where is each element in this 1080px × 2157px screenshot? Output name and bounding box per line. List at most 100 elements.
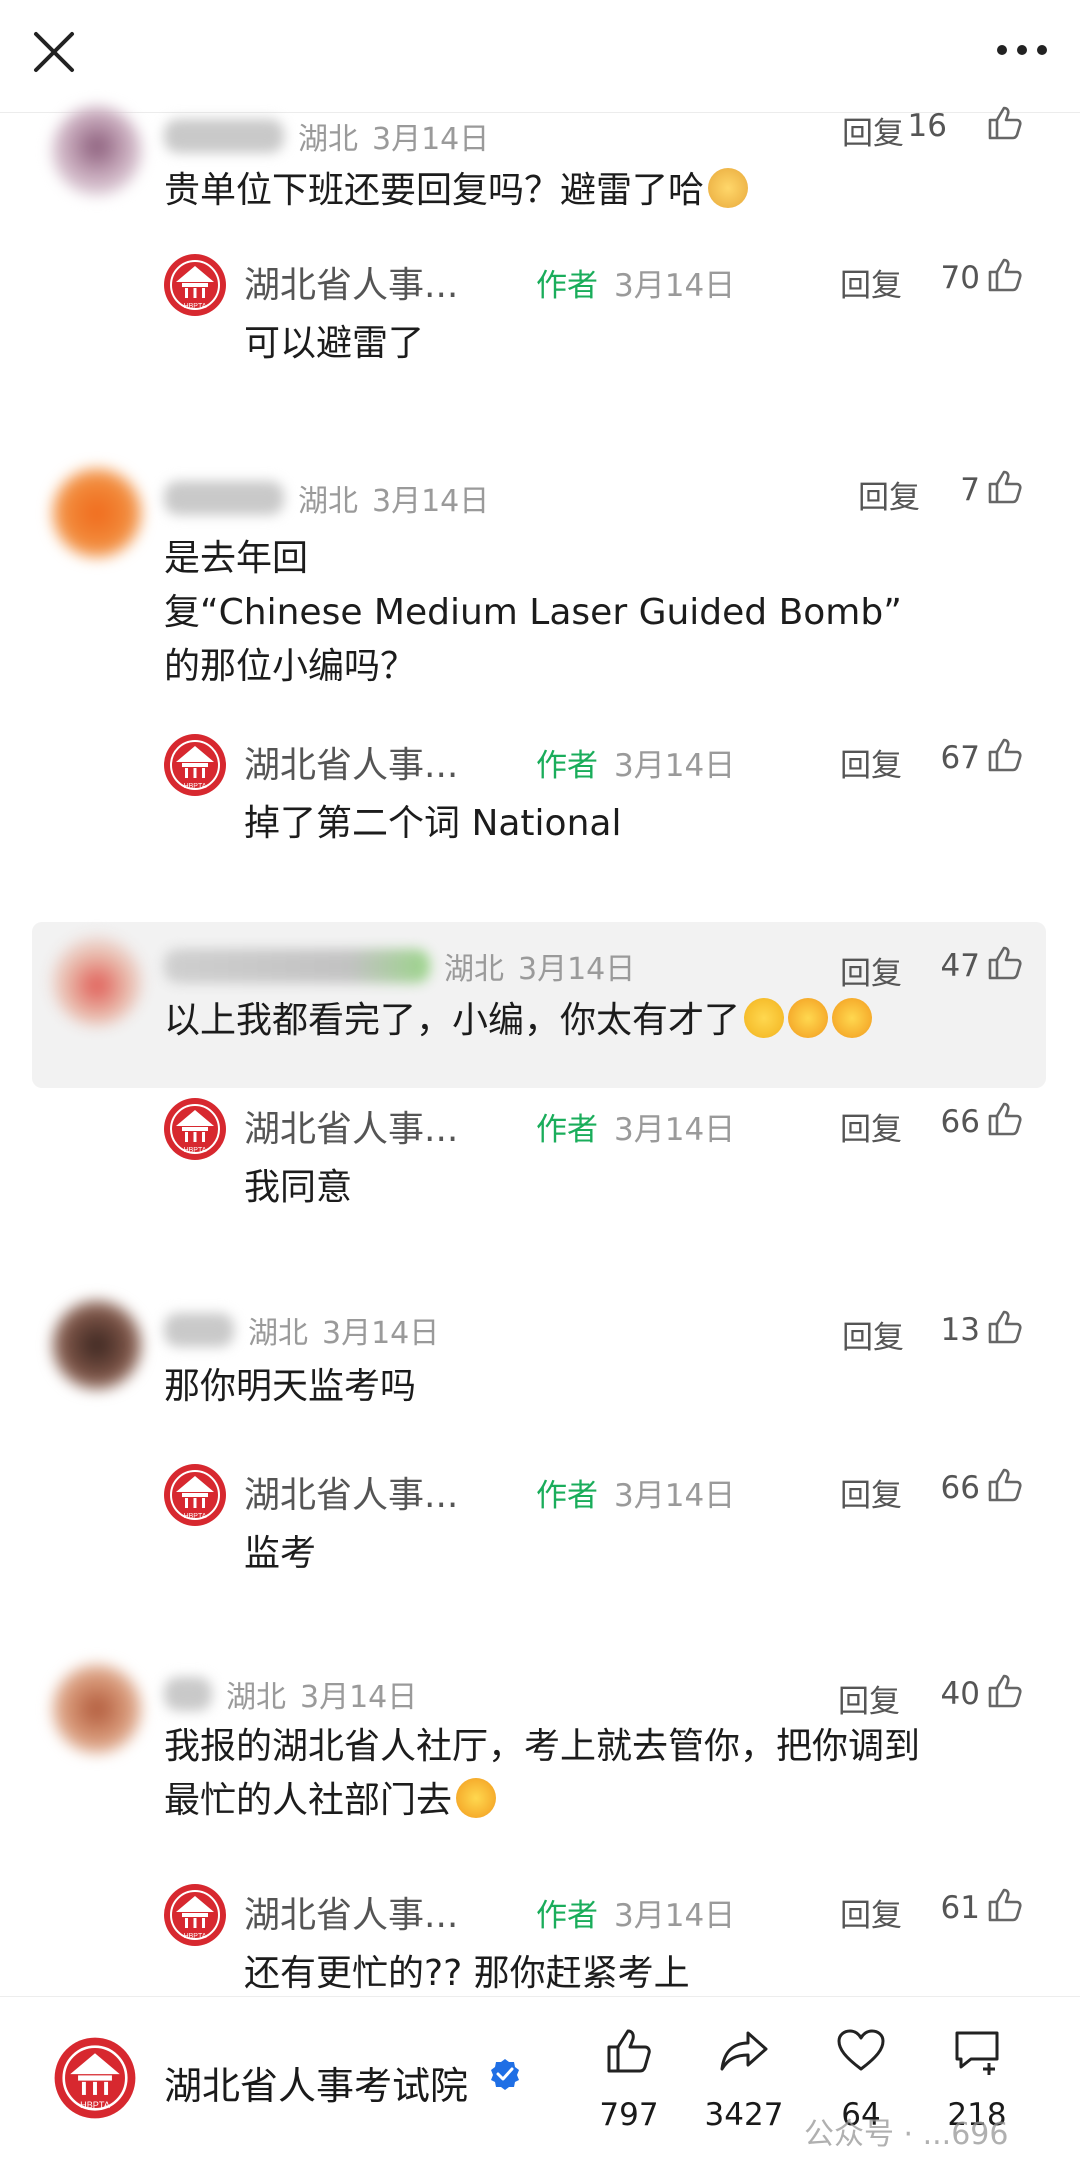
reply-text: 还有更忙的?? 那你赶紧考上 [244, 1953, 690, 1994]
blurred-username[interactable] [164, 119, 284, 153]
like-count: 70 [940, 260, 980, 296]
comment-location: 湖北 [298, 484, 358, 519]
more-icon[interactable] [992, 30, 1052, 70]
like-count: 67 [940, 740, 980, 776]
svg-text:HBPTA: HBPTA [184, 783, 207, 790]
author-badge: 作者 [536, 1898, 598, 1934]
avatar[interactable] [52, 1664, 142, 1754]
blurred-username[interactable] [164, 1677, 212, 1711]
author-badge: 作者 [536, 1478, 598, 1514]
comment-text: 贵单位下班还要回复吗？避雷了哈 [164, 164, 1024, 218]
reply-button[interactable]: 回复 [840, 948, 902, 993]
close-icon[interactable] [28, 26, 80, 78]
comment-text-line: 最忙的人社部门去 [164, 1774, 1024, 1828]
svg-text:HBPTA: HBPTA [80, 2100, 111, 2110]
hbpta-logo-icon[interactable]: HBPTA [162, 1462, 228, 1528]
bottom-action-bar: HBPTA 湖北省人事考试院 797 3427 64 218 公众号 · ...… [0, 1996, 1080, 2157]
hbpta-logo-icon[interactable]: HBPTA [162, 1096, 228, 1162]
thumbs-up-icon[interactable] [986, 104, 1024, 142]
hbpta-logo-icon[interactable]: HBPTA [162, 732, 228, 798]
blurred-username[interactable] [164, 949, 430, 983]
blurred-username[interactable] [164, 1313, 234, 1347]
thumbs-up-icon [607, 2029, 651, 2073]
comment-header: 湖北 3月14日 [164, 944, 635, 988]
avatar[interactable] [52, 1300, 142, 1390]
reply-date: 3月14日 [614, 268, 736, 304]
comment-header: 湖北 3月14日 [164, 114, 489, 158]
emoji-icon [788, 998, 829, 1038]
reply-date: 3月14日 [614, 1112, 736, 1148]
thumbs-up-icon[interactable] [986, 944, 1024, 982]
svg-text:HBPTA: HBPTA [184, 1147, 207, 1154]
like-count: 13 [940, 1312, 980, 1348]
svg-text:HBPTA: HBPTA [184, 303, 207, 310]
reply-text: 可以避雷了 [244, 323, 425, 364]
author-name[interactable]: 湖北省人事... [244, 736, 458, 788]
reply-button[interactable]: 回复 [840, 1470, 902, 1515]
thumbs-up-icon[interactable] [986, 1466, 1024, 1504]
emoji-icon [456, 1778, 497, 1818]
like-count: 61 [940, 1890, 980, 1926]
comment-date: 3月14日 [372, 484, 490, 519]
share-action[interactable]: 3427 [689, 2025, 799, 2133]
hbpta-logo-icon[interactable]: HBPTA [162, 1882, 228, 1948]
comment-date: 3月14日 [322, 1316, 440, 1351]
avatar[interactable] [52, 106, 142, 196]
reply-text: 我同意 [244, 1167, 353, 1208]
comment-text-line: 的那位小编吗？ [164, 646, 417, 687]
comment-location: 湖北 [248, 1316, 308, 1351]
avatar[interactable] [52, 468, 142, 558]
avatar[interactable] [52, 936, 142, 1026]
like-count: 47 [940, 948, 980, 984]
emoji-icon [832, 998, 873, 1038]
emoji-icon [744, 998, 785, 1038]
hbpta-logo-icon[interactable]: HBPTA [162, 252, 228, 318]
like-count: 16 [907, 108, 947, 144]
comment-date: 3月14日 [372, 122, 490, 157]
reply-button[interactable]: 回复 [840, 740, 902, 785]
comment-header: 湖北 3月14日 [164, 1308, 439, 1352]
blurred-username[interactable] [164, 481, 284, 515]
comment-header: 湖北 3月14日 [164, 1672, 417, 1716]
comment-text-line: 我报的湖北省人社厅，考上就去管你，把你调到 [164, 1726, 921, 1767]
reply-button[interactable]: 回复 [840, 1104, 902, 1149]
svg-text:HBPTA: HBPTA [184, 1933, 207, 1940]
like-count: 66 [940, 1104, 980, 1140]
author-badge: 作者 [536, 748, 598, 784]
thumbs-up-icon[interactable] [986, 1672, 1024, 1710]
reply-button[interactable]: 回复 [840, 260, 902, 305]
account-name[interactable]: 湖北省人事考试院 [164, 2055, 468, 2110]
comment-location: 湖北 [298, 122, 358, 157]
comment-text-line: 是去年回 [164, 538, 309, 579]
reply-text: 监考 [244, 1533, 317, 1574]
author-name[interactable]: 湖北省人事... [244, 256, 458, 308]
comment-text: 以上我都看完了，小编，你太有才了 [164, 994, 1024, 1048]
reply-button[interactable]: 回复 [840, 1890, 902, 1935]
author-name[interactable]: 湖北省人事... [244, 1886, 458, 1938]
thumbs-up-icon[interactable] [986, 468, 1024, 506]
thumbs-up-icon[interactable] [986, 736, 1024, 774]
account-logo-icon[interactable]: HBPTA [52, 2035, 138, 2121]
thumbs-up-icon[interactable] [986, 1308, 1024, 1346]
comment-date: 3月14日 [300, 1680, 418, 1715]
verified-icon [491, 2059, 519, 2090]
thumbs-up-icon[interactable] [986, 256, 1024, 294]
svg-text:HBPTA: HBPTA [184, 1513, 207, 1520]
like-count: 40 [940, 1676, 980, 1712]
comment-header: 湖北 3月14日 [164, 476, 489, 520]
comment-date: 3月14日 [518, 952, 636, 987]
thumbs-up-icon[interactable] [986, 1886, 1024, 1924]
author-name[interactable]: 湖北省人事... [244, 1466, 458, 1518]
comment-text: 我报的湖北省人社厅，考上就去管你，把你调到 最忙的人社部门去 [164, 1720, 1024, 1828]
like-action[interactable]: 797 [574, 2025, 684, 2133]
comment-text: 那你明天监考吗 [164, 1366, 417, 1407]
thumbs-up-icon[interactable] [986, 1100, 1024, 1138]
reply-button[interactable]: 回复 [842, 1312, 904, 1357]
reply-date: 3月14日 [614, 1478, 736, 1514]
reply-button[interactable]: 回复 [838, 1676, 900, 1721]
author-name[interactable]: 湖北省人事... [244, 1100, 458, 1152]
cat-emoji-icon [708, 168, 749, 208]
like-count: 66 [940, 1470, 980, 1506]
top-bar [0, 0, 1080, 113]
share-icon [720, 2031, 768, 2071]
